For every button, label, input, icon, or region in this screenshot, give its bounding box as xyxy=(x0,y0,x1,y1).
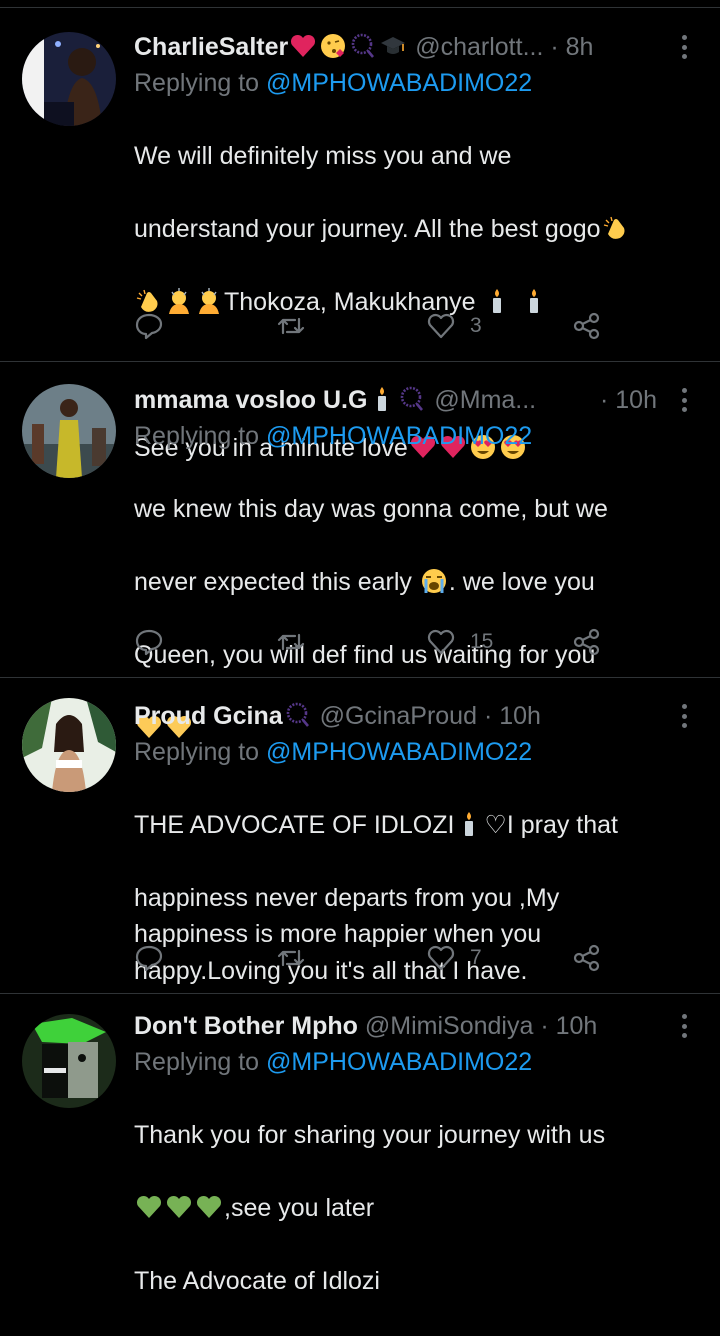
reply-button[interactable] xyxy=(134,624,164,660)
share-icon xyxy=(573,628,600,656)
retweet-icon xyxy=(277,317,305,335)
like-button[interactable]: 15 xyxy=(426,624,493,660)
timestamp[interactable]: · 10h xyxy=(600,382,657,418)
replying-label: Replying to xyxy=(134,422,260,450)
text-line: THE ADVOCATE OF IDLOZI ♡I pray that xyxy=(134,810,619,839)
more-options-icon[interactable] xyxy=(674,1010,694,1042)
mention-link[interactable]: @MPHOWABADIMO22 xyxy=(266,1048,532,1076)
share-icon xyxy=(573,312,600,340)
text-line: ,see you later xyxy=(134,1190,700,1227)
tweet-item[interactable]: Don't Bother Mpho @MimiSondiya · 10h Rep… xyxy=(0,994,720,1295)
replying-to: Replying to @MPHOWABADIMO22 xyxy=(134,65,700,101)
more-options-icon[interactable] xyxy=(674,31,694,63)
graduation-cap-icon xyxy=(378,33,408,61)
avatar[interactable] xyxy=(22,32,116,126)
prayer-beads-icon xyxy=(348,33,378,61)
like-button[interactable]: 3 xyxy=(426,308,482,344)
kiss-face-icon xyxy=(318,33,348,61)
tweet-header: Proud Gcina @GcinaProud · 10h xyxy=(134,698,700,734)
share-button[interactable] xyxy=(572,624,602,660)
crying-face-icon xyxy=(419,568,449,596)
handle[interactable]: @Mma... xyxy=(434,386,536,414)
tweet-item[interactable]: mmama vosloo U.G @Mma... · 10h Replying … xyxy=(0,362,720,738)
text-line: understand your journey. All the best go… xyxy=(134,211,700,248)
like-button[interactable]: 7 xyxy=(426,940,482,976)
reply-icon xyxy=(135,313,163,340)
retweet-icon xyxy=(277,949,305,967)
text-line: We will definitely miss you and we xyxy=(134,141,512,170)
retweet-button[interactable] xyxy=(276,624,306,660)
more-options-icon[interactable] xyxy=(674,700,694,732)
heart-outline-icon xyxy=(427,629,455,655)
display-name[interactable]: Proud Gcina xyxy=(134,702,283,730)
like-count: 3 xyxy=(470,314,482,337)
retweet-icon xyxy=(277,633,305,651)
replying-label: Replying to xyxy=(134,1048,260,1076)
tweet-item[interactable]: Proud Gcina @GcinaProud · 10h Replying t… xyxy=(0,678,720,994)
avatar[interactable] xyxy=(22,698,116,792)
share-button[interactable] xyxy=(572,940,602,976)
retweet-button[interactable] xyxy=(276,308,306,344)
prayer-beads-icon xyxy=(397,386,427,414)
tweet-actions: 15 xyxy=(134,624,604,660)
tweet-header: mmama vosloo U.G @Mma... · 10h xyxy=(134,382,700,418)
green-heart-icon xyxy=(164,1194,194,1222)
handle[interactable]: @MimiSondiya xyxy=(365,1012,533,1040)
replying-to: Replying to @MPHOWABADIMO22 xyxy=(134,418,700,454)
share-button[interactable] xyxy=(572,308,602,344)
reply-icon xyxy=(135,945,163,972)
share-icon xyxy=(573,944,600,972)
reply-button[interactable] xyxy=(134,308,164,344)
heart-icon xyxy=(288,33,318,61)
replying-to: Replying to @MPHOWABADIMO22 xyxy=(134,734,700,770)
avatar[interactable] xyxy=(22,384,116,478)
prayer-beads-icon xyxy=(283,702,313,730)
like-count: 7 xyxy=(470,946,482,969)
clapping-hands-icon xyxy=(601,215,631,243)
text-line: The Advocate of Idlozi xyxy=(134,1266,380,1295)
tweet-actions: 3 xyxy=(134,308,604,344)
green-heart-icon xyxy=(134,1194,164,1222)
display-name[interactable]: mmama vosloo U.G xyxy=(134,386,367,414)
more-options-icon[interactable] xyxy=(674,384,694,416)
mention-link[interactable]: @MPHOWABADIMO22 xyxy=(266,422,532,450)
text-line: never expected this early . we love you xyxy=(134,567,595,596)
tweet-text: THE ADVOCATE OF IDLOZI ♡I pray that happi… xyxy=(134,770,700,1026)
replying-label: Replying to xyxy=(134,69,260,97)
heart-outline-icon xyxy=(427,945,455,971)
timestamp[interactable]: · 8h xyxy=(550,33,593,61)
reply-icon xyxy=(135,629,163,656)
reply-button[interactable] xyxy=(134,940,164,976)
replying-label: Replying to xyxy=(134,738,260,766)
top-divider xyxy=(0,0,720,8)
retweet-button[interactable] xyxy=(276,940,306,976)
mention-link[interactable]: @MPHOWABADIMO22 xyxy=(266,738,532,766)
display-name[interactable]: CharlieSalter xyxy=(134,33,288,61)
candle-icon xyxy=(367,386,397,414)
text-line: Thank you for sharing your journey with … xyxy=(134,1120,606,1149)
replying-to: Replying to @MPHOWABADIMO22 xyxy=(134,1044,700,1080)
green-heart-icon xyxy=(194,1194,224,1222)
handle[interactable]: @charlott... xyxy=(415,33,543,61)
handle[interactable]: @GcinaProud xyxy=(320,702,477,730)
like-count: 15 xyxy=(470,630,494,653)
tweet-item[interactable]: CharlieSalter @charlott... · 8h Replying… xyxy=(0,8,720,462)
mention-link[interactable]: @MPHOWABADIMO22 xyxy=(266,69,532,97)
text-line: we knew this day was gonna come, but we xyxy=(134,494,608,523)
tweet-header: CharlieSalter @charlott... · 8h xyxy=(134,29,700,65)
display-name[interactable]: Don't Bother Mpho xyxy=(134,1012,358,1040)
tweet-actions: 7 xyxy=(134,940,604,976)
avatar[interactable] xyxy=(22,1014,116,1108)
candle-icon xyxy=(454,811,484,839)
timestamp[interactable]: · 10h xyxy=(484,702,541,730)
tweet-header: Don't Bother Mpho @MimiSondiya · 10h xyxy=(134,1008,700,1044)
heart-outline-icon xyxy=(427,313,455,339)
timestamp[interactable]: · 10h xyxy=(540,1012,597,1040)
tweet-text: Thank you for sharing your journey with … xyxy=(134,1080,700,1336)
